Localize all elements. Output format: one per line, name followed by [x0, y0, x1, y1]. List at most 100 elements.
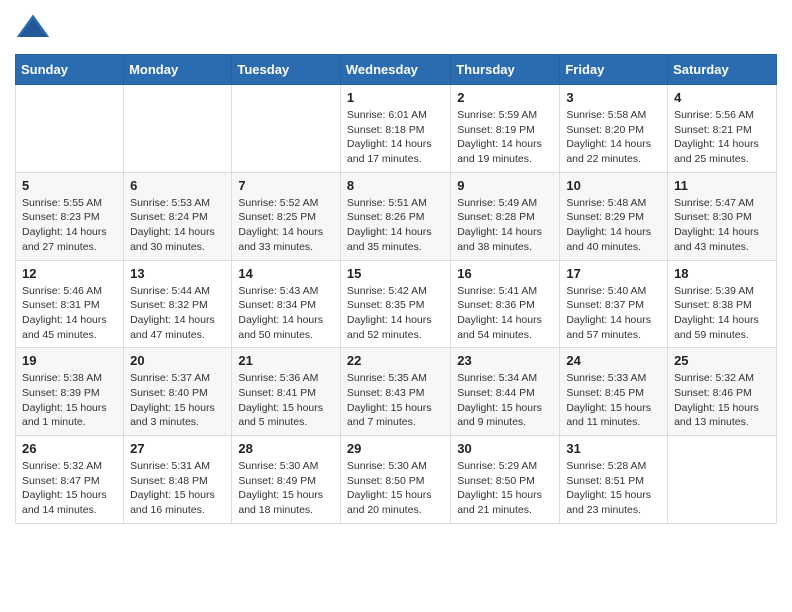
day-number: 20: [130, 353, 225, 368]
calendar-cell: [16, 85, 124, 173]
day-number: 1: [347, 90, 444, 105]
day-number: 5: [22, 178, 117, 193]
day-info: Sunrise: 5:35 AM Sunset: 8:43 PM Dayligh…: [347, 371, 444, 430]
day-info: Sunrise: 5:39 AM Sunset: 8:38 PM Dayligh…: [674, 284, 770, 343]
day-info: Sunrise: 5:32 AM Sunset: 8:47 PM Dayligh…: [22, 459, 117, 518]
calendar-cell: 10 Sunrise: 5:48 AM Sunset: 8:29 PM Dayli…: [560, 172, 668, 260]
day-number: 14: [238, 266, 334, 281]
day-number: 12: [22, 266, 117, 281]
day-info: Sunrise: 5:41 AM Sunset: 8:36 PM Dayligh…: [457, 284, 553, 343]
day-number: 15: [347, 266, 444, 281]
calendar-cell: 31 Sunrise: 5:28 AM Sunset: 8:51 PM Dayli…: [560, 436, 668, 524]
day-number: 13: [130, 266, 225, 281]
day-number: 3: [566, 90, 661, 105]
calendar-cell: 11 Sunrise: 5:47 AM Sunset: 8:30 PM Dayli…: [668, 172, 777, 260]
day-info: Sunrise: 5:42 AM Sunset: 8:35 PM Dayligh…: [347, 284, 444, 343]
calendar-week-5: 26 Sunrise: 5:32 AM Sunset: 8:47 PM Dayli…: [16, 436, 777, 524]
calendar-cell: 15 Sunrise: 5:42 AM Sunset: 8:35 PM Dayli…: [340, 260, 450, 348]
calendar-cell: 12 Sunrise: 5:46 AM Sunset: 8:31 PM Dayli…: [16, 260, 124, 348]
calendar-cell: 23Sunrise: 5:34 AM Sunset: 8:44 PM Dayli…: [451, 348, 560, 436]
calendar-cell: 25 Sunrise: 5:32 AM Sunset: 8:46 PM Dayli…: [668, 348, 777, 436]
calendar-cell: 29 Sunrise: 5:30 AM Sunset: 8:50 PM Dayli…: [340, 436, 450, 524]
day-info: Sunrise: 5:46 AM Sunset: 8:31 PM Dayligh…: [22, 284, 117, 343]
calendar-week-2: 5 Sunrise: 5:55 AM Sunset: 8:23 PM Daylig…: [16, 172, 777, 260]
day-info: Sunrise: 5:40 AM Sunset: 8:37 PM Dayligh…: [566, 284, 661, 343]
day-info: Sunrise: 5:56 AM Sunset: 8:21 PM Dayligh…: [674, 108, 770, 167]
calendar-cell: 16 Sunrise: 5:41 AM Sunset: 8:36 PM Dayli…: [451, 260, 560, 348]
day-number: 4: [674, 90, 770, 105]
logo-icon: [15, 10, 51, 46]
day-number: 19: [22, 353, 117, 368]
calendar-cell: 5 Sunrise: 5:55 AM Sunset: 8:23 PM Daylig…: [16, 172, 124, 260]
calendar-cell: 30Sunrise: 5:29 AM Sunset: 8:50 PM Dayli…: [451, 436, 560, 524]
day-info: Sunrise: 5:49 AM Sunset: 8:28 PM Dayligh…: [457, 196, 553, 255]
header-sunday: Sunday: [16, 55, 124, 85]
calendar-cell: 13 Sunrise: 5:44 AM Sunset: 8:32 PM Dayli…: [124, 260, 232, 348]
header-monday: Monday: [124, 55, 232, 85]
day-info: Sunrise: 5:48 AM Sunset: 8:29 PM Dayligh…: [566, 196, 661, 255]
day-info: Sunrise: 5:47 AM Sunset: 8:30 PM Dayligh…: [674, 196, 770, 255]
day-number: 25: [674, 353, 770, 368]
day-info: Sunrise: 5:55 AM Sunset: 8:23 PM Dayligh…: [22, 196, 117, 255]
day-info: Sunrise: 5:58 AM Sunset: 8:20 PM Dayligh…: [566, 108, 661, 167]
calendar-cell: 22 Sunrise: 5:35 AM Sunset: 8:43 PM Dayli…: [340, 348, 450, 436]
day-number: 2: [457, 90, 553, 105]
header-saturday: Saturday: [668, 55, 777, 85]
day-number: 6: [130, 178, 225, 193]
day-number: 7: [238, 178, 334, 193]
page-header: [15, 10, 777, 46]
day-info: Sunrise: 5:44 AM Sunset: 8:32 PM Dayligh…: [130, 284, 225, 343]
day-info: Sunrise: 5:32 AM Sunset: 8:46 PM Dayligh…: [674, 371, 770, 430]
day-info: Sunrise: 5:51 AM Sunset: 8:26 PM Dayligh…: [347, 196, 444, 255]
calendar-header-row: SundayMondayTuesdayWednesdayThursdayFrid…: [16, 55, 777, 85]
calendar-cell: 21 Sunrise: 5:36 AM Sunset: 8:41 PM Dayli…: [232, 348, 341, 436]
calendar-cell: [668, 436, 777, 524]
header-friday: Friday: [560, 55, 668, 85]
calendar-cell: 18 Sunrise: 5:39 AM Sunset: 8:38 PM Dayli…: [668, 260, 777, 348]
day-info: Sunrise: 5:36 AM Sunset: 8:41 PM Dayligh…: [238, 371, 334, 430]
day-number: 28: [238, 441, 334, 456]
day-info: Sunrise: 5:28 AM Sunset: 8:51 PM Dayligh…: [566, 459, 661, 518]
day-number: 24: [566, 353, 661, 368]
calendar-cell: 2 Sunrise: 5:59 AM Sunset: 8:19 PM Daylig…: [451, 85, 560, 173]
day-info: Sunrise: 5:53 AM Sunset: 8:24 PM Dayligh…: [130, 196, 225, 255]
calendar-cell: 17Sunrise: 5:40 AM Sunset: 8:37 PM Dayli…: [560, 260, 668, 348]
day-number: 31: [566, 441, 661, 456]
calendar-cell: 3 Sunrise: 5:58 AM Sunset: 8:20 PM Daylig…: [560, 85, 668, 173]
day-info: Sunrise: 5:31 AM Sunset: 8:48 PM Dayligh…: [130, 459, 225, 518]
calendar-cell: 28 Sunrise: 5:30 AM Sunset: 8:49 PM Dayli…: [232, 436, 341, 524]
day-info: Sunrise: 6:01 AM Sunset: 8:18 PM Dayligh…: [347, 108, 444, 167]
day-info: Sunrise: 5:34 AM Sunset: 8:44 PM Dayligh…: [457, 371, 553, 430]
calendar-cell: [232, 85, 341, 173]
day-info: Sunrise: 5:29 AM Sunset: 8:50 PM Dayligh…: [457, 459, 553, 518]
calendar-cell: 19 Sunrise: 5:38 AM Sunset: 8:39 PM Dayli…: [16, 348, 124, 436]
day-info: Sunrise: 5:52 AM Sunset: 8:25 PM Dayligh…: [238, 196, 334, 255]
day-number: 11: [674, 178, 770, 193]
calendar-cell: 4 Sunrise: 5:56 AM Sunset: 8:21 PM Daylig…: [668, 85, 777, 173]
calendar-cell: 6 Sunrise: 5:53 AM Sunset: 8:24 PM Daylig…: [124, 172, 232, 260]
calendar-week-3: 12 Sunrise: 5:46 AM Sunset: 8:31 PM Dayli…: [16, 260, 777, 348]
day-number: 18: [674, 266, 770, 281]
day-info: Sunrise: 5:59 AM Sunset: 8:19 PM Dayligh…: [457, 108, 553, 167]
calendar-table: SundayMondayTuesdayWednesdayThursdayFrid…: [15, 54, 777, 524]
logo: [15, 10, 55, 46]
day-number: 29: [347, 441, 444, 456]
calendar-cell: 9 Sunrise: 5:49 AM Sunset: 8:28 PM Daylig…: [451, 172, 560, 260]
day-number: 16: [457, 266, 553, 281]
header-tuesday: Tuesday: [232, 55, 341, 85]
day-info: Sunrise: 5:38 AM Sunset: 8:39 PM Dayligh…: [22, 371, 117, 430]
calendar-cell: 20Sunrise: 5:37 AM Sunset: 8:40 PM Dayli…: [124, 348, 232, 436]
day-number: 21: [238, 353, 334, 368]
day-number: 26: [22, 441, 117, 456]
day-number: 22: [347, 353, 444, 368]
day-info: Sunrise: 5:30 AM Sunset: 8:49 PM Dayligh…: [238, 459, 334, 518]
calendar-cell: [124, 85, 232, 173]
header-thursday: Thursday: [451, 55, 560, 85]
calendar-cell: 27Sunrise: 5:31 AM Sunset: 8:48 PM Dayli…: [124, 436, 232, 524]
day-info: Sunrise: 5:33 AM Sunset: 8:45 PM Dayligh…: [566, 371, 661, 430]
calendar-cell: 7 Sunrise: 5:52 AM Sunset: 8:25 PM Daylig…: [232, 172, 341, 260]
day-info: Sunrise: 5:30 AM Sunset: 8:50 PM Dayligh…: [347, 459, 444, 518]
day-number: 10: [566, 178, 661, 193]
calendar-week-4: 19 Sunrise: 5:38 AM Sunset: 8:39 PM Dayli…: [16, 348, 777, 436]
day-number: 9: [457, 178, 553, 193]
